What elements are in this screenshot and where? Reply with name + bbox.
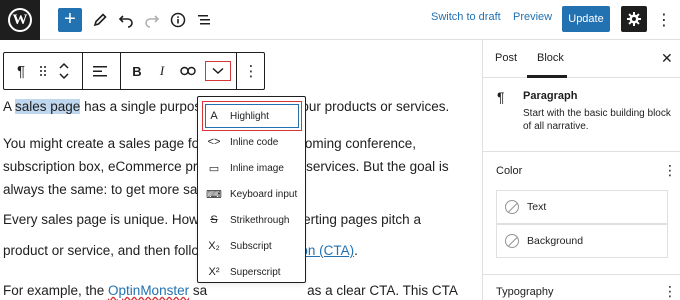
bold-button[interactable]: B xyxy=(126,53,148,89)
editor-top-bar: W + Switch to draft Preview Update ⋮ xyxy=(0,0,680,40)
block-title: Paragraph xyxy=(523,90,578,102)
highlight-icon: A xyxy=(210,110,218,122)
switch-to-draft-button[interactable]: Switch to draft xyxy=(431,11,501,23)
redo-icon[interactable] xyxy=(140,8,164,32)
menu-item-inline-code[interactable]: <> Inline code xyxy=(202,129,301,155)
toolbar-divider xyxy=(120,53,121,89)
toolbar-divider xyxy=(82,53,83,89)
color-options-icon[interactable]: ⋮ xyxy=(663,162,677,179)
section-divider xyxy=(483,274,680,275)
menu-item-highlight[interactable]: A Highlight xyxy=(202,103,301,129)
typography-options-icon[interactable]: ⋮ xyxy=(663,283,677,300)
more-formats-menu: A Highlight <> Inline code ▭ Inline image ⌨… xyxy=(197,96,306,283)
menu-item-inline-image[interactable]: ▭ Inline image xyxy=(202,155,301,181)
undo-icon[interactable] xyxy=(114,8,138,32)
link-icon xyxy=(180,66,196,76)
paragraph-transform-button[interactable]: ¶ xyxy=(10,53,32,89)
link-button[interactable] xyxy=(176,53,200,89)
add-block-button[interactable]: + xyxy=(58,8,82,32)
info-icon[interactable] xyxy=(166,8,190,32)
align-icon[interactable] xyxy=(88,53,112,89)
block-options-icon[interactable]: ⋮ xyxy=(240,53,262,89)
tab-block[interactable]: Block xyxy=(537,52,564,64)
color-option-text[interactable]: Text xyxy=(496,190,668,224)
code-icon: <> xyxy=(207,136,221,148)
strikethrough-icon: S xyxy=(210,214,218,226)
selected-text: sales page xyxy=(15,99,81,114)
color-panel: Color ⋮ Text Background Typography ⋮ xyxy=(483,152,680,300)
block-description-line-1: Start with the basic building block xyxy=(523,108,671,119)
subscript-icon: X₂ xyxy=(208,240,220,252)
sidebar-tabs: Post Block ✕ xyxy=(483,40,680,78)
menu-item-strikethrough[interactable]: S Strikethrough xyxy=(202,207,301,233)
block-toolbar: ¶ B I ⋮ xyxy=(3,52,265,90)
menu-item-subscript[interactable]: X₂ Subscript xyxy=(202,233,301,259)
close-icon[interactable]: ✕ xyxy=(661,50,673,67)
wordpress-logo-icon: W xyxy=(8,8,32,32)
settings-button[interactable] xyxy=(621,6,647,32)
list-view-icon[interactable] xyxy=(192,8,216,32)
tab-post[interactable]: Post xyxy=(495,52,517,64)
block-description-line-2: of all narrative. xyxy=(523,121,589,132)
move-up-down-icon[interactable] xyxy=(54,53,74,89)
pencil-icon[interactable] xyxy=(88,8,112,32)
superscript-icon: X² xyxy=(208,266,220,278)
settings-sidebar: Post Block ✕ ¶ Paragraph Start with the … xyxy=(482,40,680,300)
menu-item-keyboard-input[interactable]: ⌨ Keyboard input xyxy=(202,181,301,207)
gear-icon xyxy=(627,12,641,26)
more-formats-button[interactable] xyxy=(205,61,231,81)
paragraph-icon: ¶ xyxy=(497,89,505,105)
image-icon: ▭ xyxy=(208,162,220,175)
more-options-icon[interactable]: ⋮ xyxy=(656,8,672,32)
drag-handle-icon[interactable] xyxy=(34,53,52,89)
update-button[interactable]: Update xyxy=(562,6,610,32)
color-heading: Color xyxy=(496,165,523,177)
wordpress-logo[interactable]: W xyxy=(0,0,40,40)
empty-swatch-icon xyxy=(505,234,519,248)
optinmonster-link[interactable]: OptinMonster xyxy=(108,283,189,298)
empty-swatch-icon xyxy=(505,200,519,214)
toolbar-divider xyxy=(236,53,237,89)
preview-button[interactable]: Preview xyxy=(513,11,552,23)
italic-button[interactable]: I xyxy=(152,53,172,89)
menu-item-superscript[interactable]: X² Superscript xyxy=(202,259,301,285)
block-card: ¶ Paragraph Start with the basic buildin… xyxy=(483,78,680,152)
chevron-down-icon xyxy=(212,67,224,75)
keyboard-icon: ⌨ xyxy=(206,188,222,201)
color-option-background[interactable]: Background xyxy=(496,224,668,258)
typography-heading[interactable]: Typography xyxy=(496,286,553,298)
